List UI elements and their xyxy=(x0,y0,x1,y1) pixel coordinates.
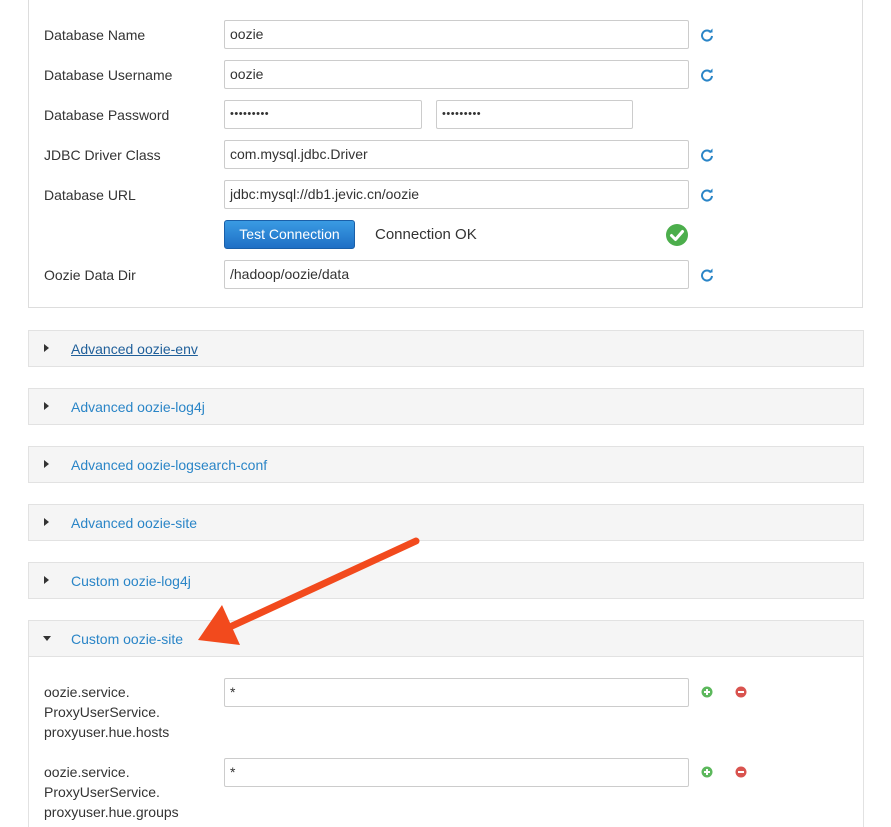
annotation-arrow-icon xyxy=(198,537,420,645)
